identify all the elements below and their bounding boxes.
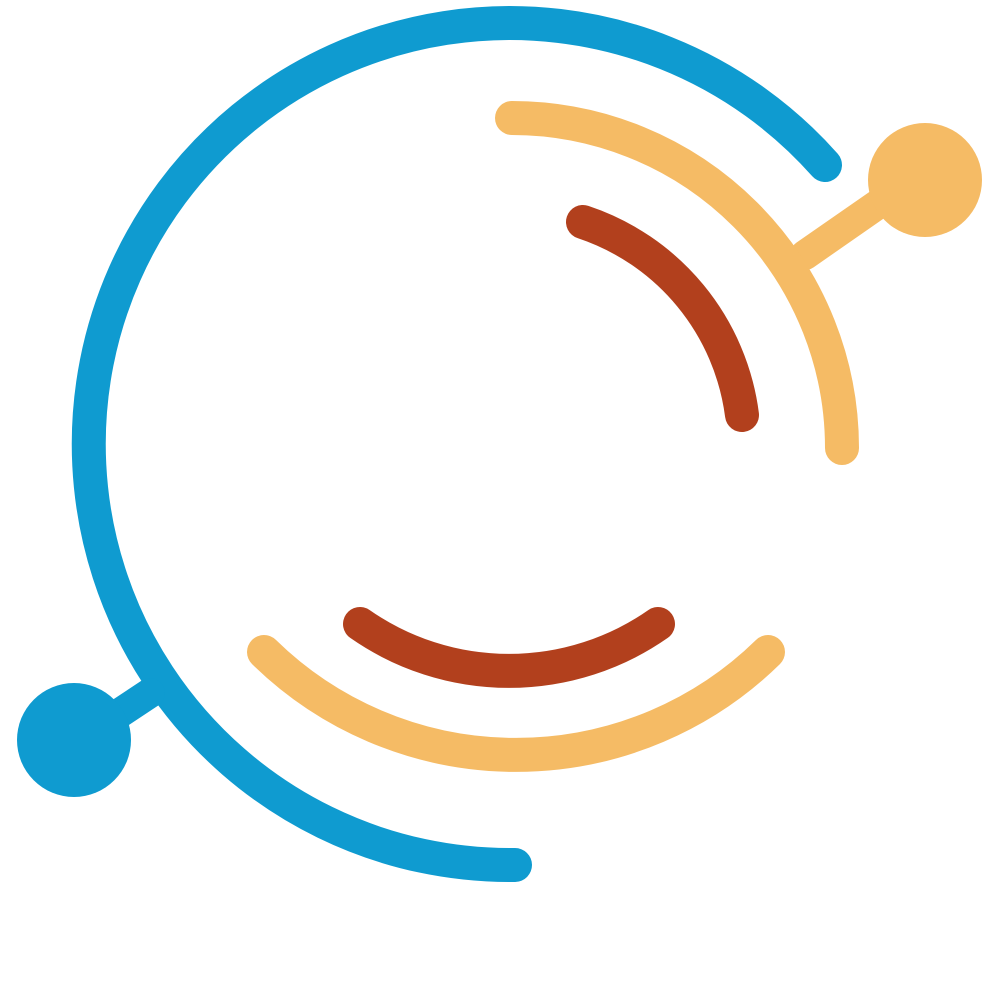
outer-node-bottom [17, 683, 131, 797]
logo-canvas [0, 0, 1000, 1000]
outer-node-top [868, 123, 982, 237]
inner-arc-top [566, 205, 759, 432]
abstract-orbit-logo [17, 6, 982, 883]
inner-arc-bottom [343, 607, 675, 688]
